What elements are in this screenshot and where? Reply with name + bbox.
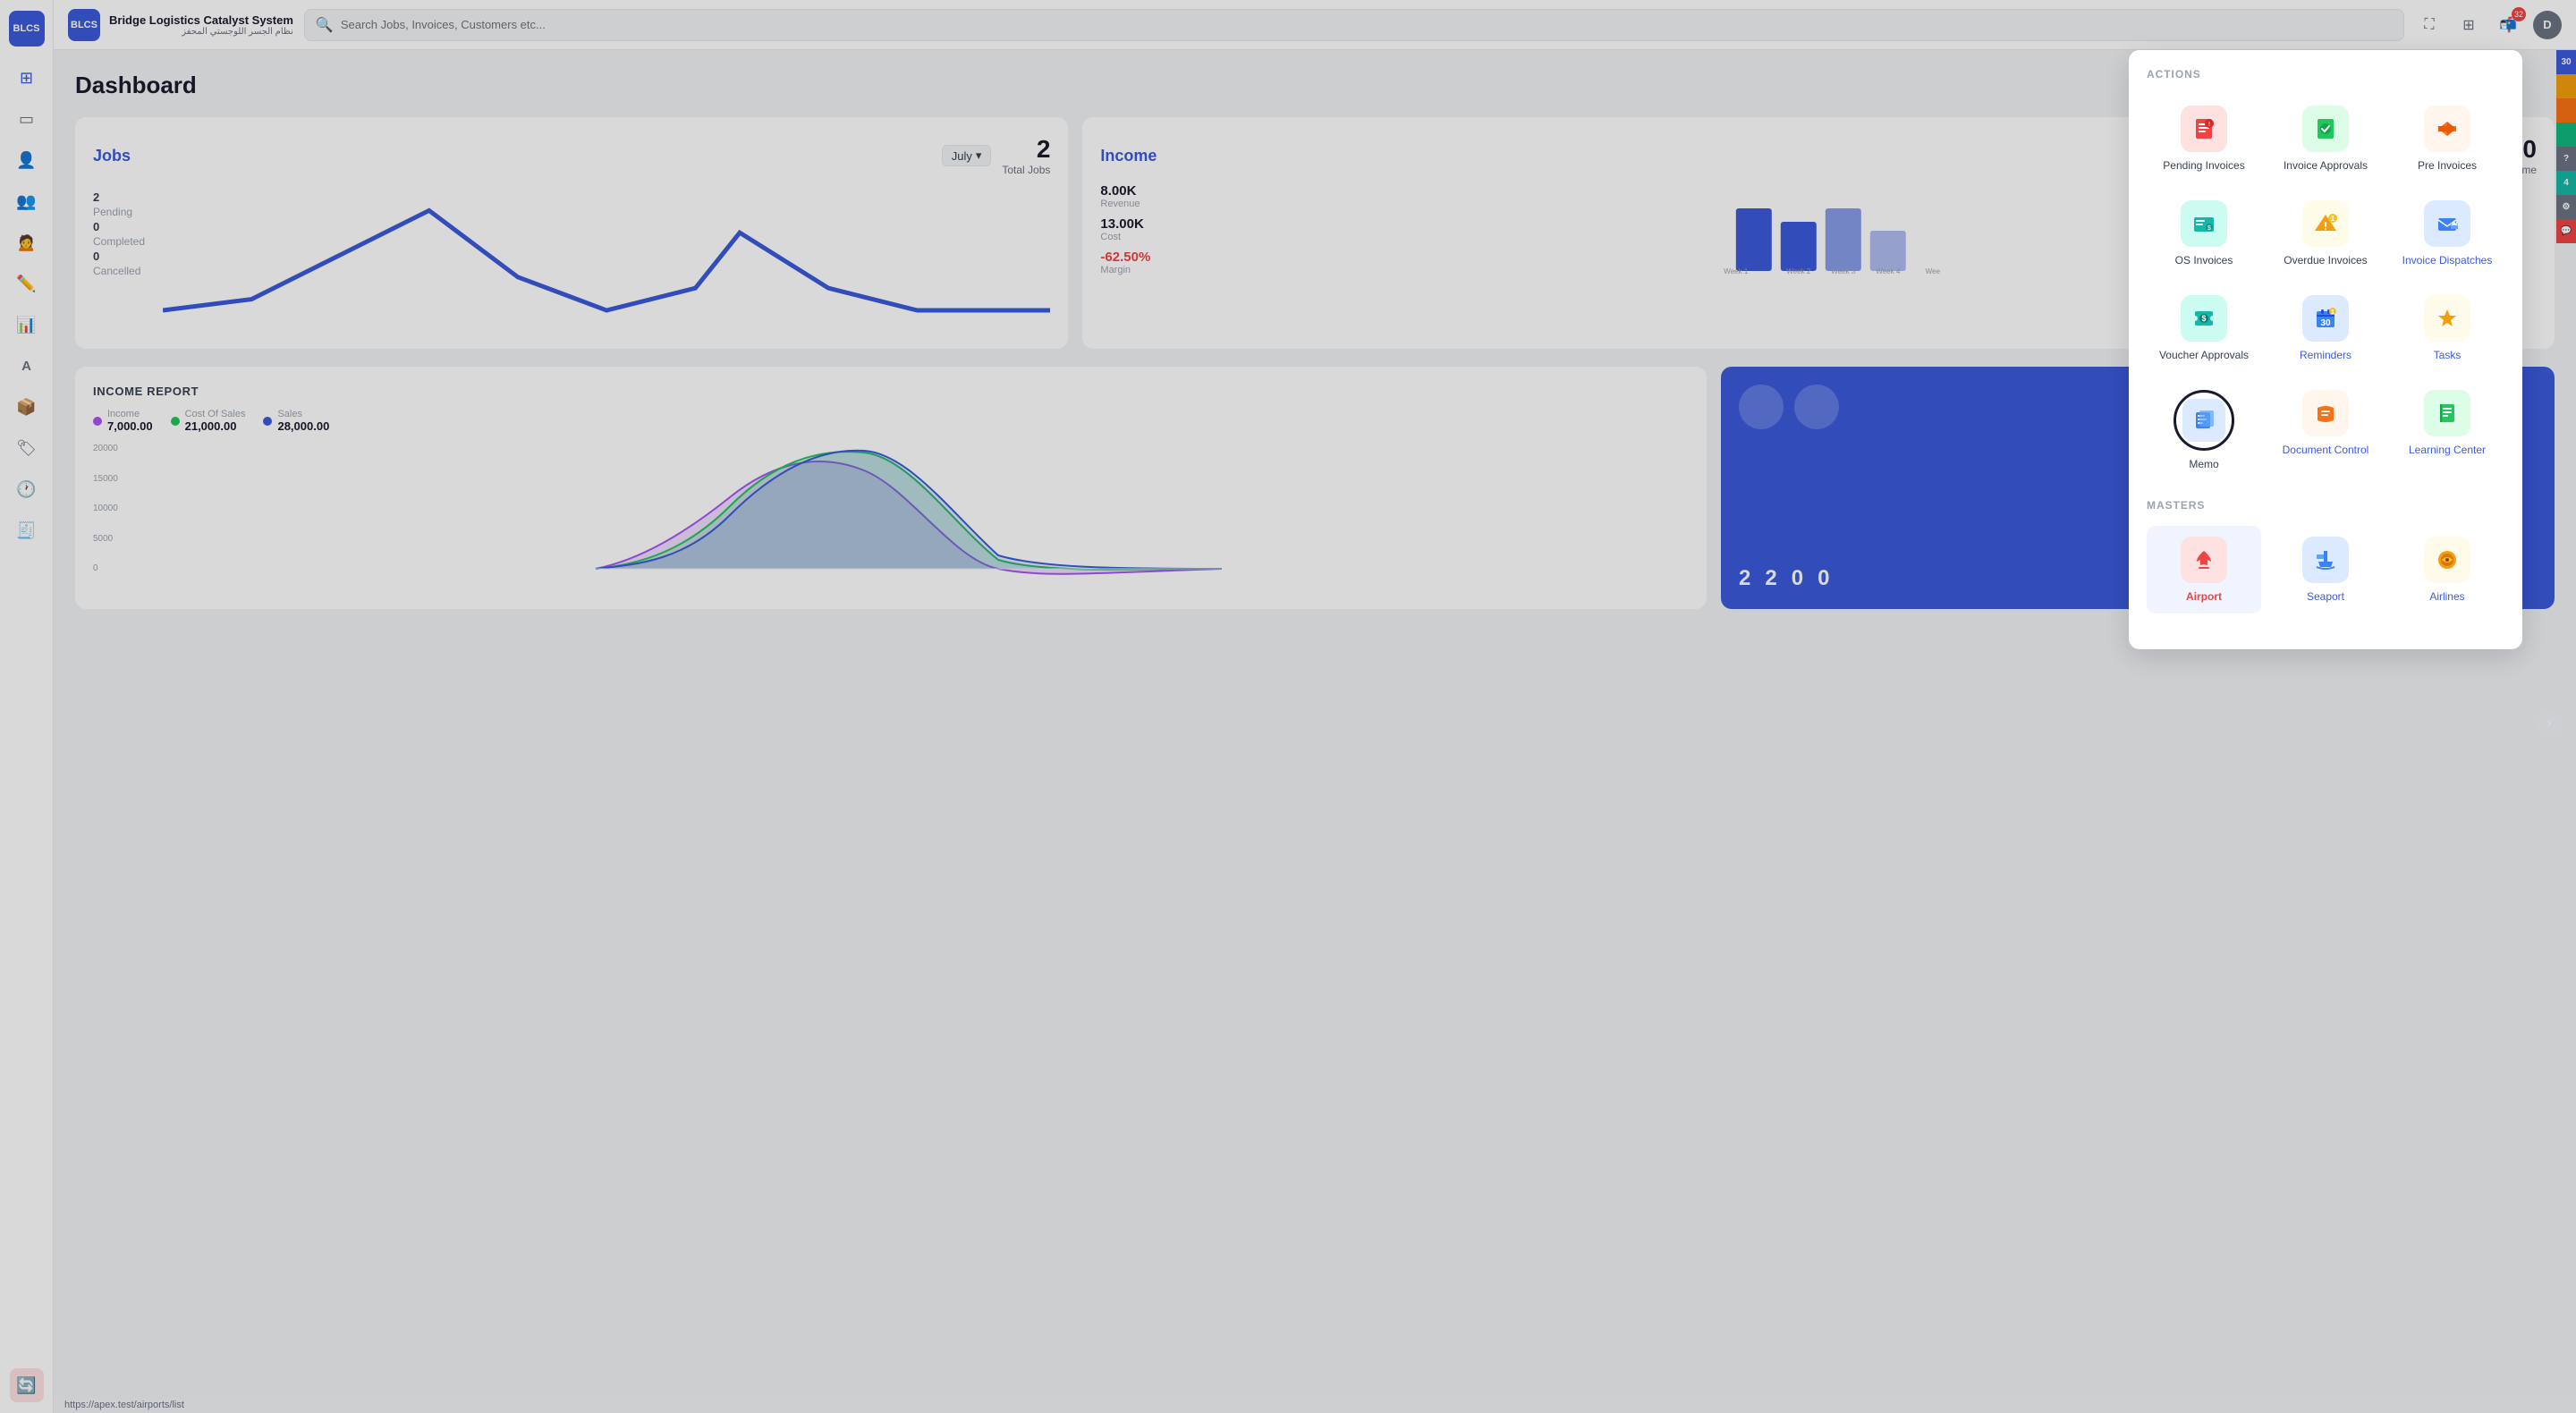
voucher-approvals-icon: $	[2181, 295, 2227, 342]
airlines-label: Airlines	[2429, 590, 2464, 603]
svg-text:1: 1	[2331, 215, 2335, 223]
reminders-label: Reminders	[2300, 349, 2351, 361]
seaport-icon	[2302, 537, 2349, 583]
masters-grid: Airport Seaport	[2147, 526, 2504, 613]
document-control-label: Document Control	[2283, 444, 2369, 456]
invoice-approvals-label: Invoice Approvals	[2284, 159, 2368, 172]
action-invoice-approvals[interactable]: Invoice Approvals	[2268, 95, 2383, 182]
pre-invoices-label: Pre Invoices	[2418, 159, 2477, 172]
os-invoices-label: OS Invoices	[2175, 254, 2233, 267]
learning-center-icon	[2424, 390, 2470, 436]
master-airlines[interactable]: Airlines	[2390, 526, 2504, 613]
airlines-icon	[2424, 537, 2470, 583]
action-reminders[interactable]: 30 1 Reminders	[2268, 284, 2383, 372]
action-voucher-approvals[interactable]: $ Voucher Approvals	[2147, 284, 2261, 372]
action-invoice-dispatches[interactable]: Invoice Dispatches	[2390, 190, 2504, 277]
action-learning-center[interactable]: Learning Center	[2390, 379, 2504, 481]
reminders-icon: 30 1	[2302, 295, 2349, 342]
document-control-icon	[2302, 390, 2349, 436]
master-seaport[interactable]: Seaport	[2268, 526, 2383, 613]
action-os-invoices[interactable]: $ OS Invoices	[2147, 190, 2261, 277]
airport-icon	[2181, 537, 2227, 583]
memo-icon	[2182, 399, 2225, 442]
learning-center-label: Learning Center	[2409, 444, 2486, 456]
masters-section-title: MASTERS	[2147, 499, 2504, 512]
action-overdue-invoices[interactable]: 1 Overdue Invoices	[2268, 190, 2383, 277]
action-memo[interactable]: Memo	[2147, 379, 2261, 481]
memo-selected-ring	[2174, 390, 2234, 451]
action-pre-invoices[interactable]: Pre Invoices	[2390, 95, 2504, 182]
tasks-label: Tasks	[2434, 349, 2462, 361]
actions-grid: ! Pending Invoices Invoice Approvals	[2147, 95, 2504, 481]
svg-text:!: !	[2208, 122, 2210, 128]
actions-popup: ACTIONS ! Pending Invoices	[2129, 50, 2522, 649]
actions-section-title: ACTIONS	[2147, 68, 2504, 80]
pre-invoices-icon	[2424, 106, 2470, 152]
action-tasks[interactable]: Tasks	[2390, 284, 2504, 372]
seaport-label: Seaport	[2307, 590, 2344, 603]
airport-label: Airport	[2186, 590, 2222, 603]
os-invoices-icon: $	[2181, 200, 2227, 247]
action-document-control[interactable]: Document Control	[2268, 379, 2383, 481]
action-pending-invoices[interactable]: ! Pending Invoices	[2147, 95, 2261, 182]
pending-invoices-label: Pending Invoices	[2163, 159, 2244, 172]
tasks-icon	[2424, 295, 2470, 342]
overdue-invoices-label: Overdue Invoices	[2284, 254, 2367, 267]
memo-label: Memo	[2189, 458, 2218, 470]
svg-text:$: $	[2207, 225, 2211, 232]
voucher-approvals-label: Voucher Approvals	[2159, 349, 2249, 361]
invoice-approvals-icon	[2302, 106, 2349, 152]
invoice-dispatches-icon	[2424, 200, 2470, 247]
svg-text:30: 30	[2320, 318, 2331, 328]
invoice-dispatches-label: Invoice Dispatches	[2402, 254, 2493, 267]
pending-invoices-icon: !	[2181, 106, 2227, 152]
svg-text:$: $	[2201, 314, 2206, 323]
overdue-invoices-icon: 1	[2302, 200, 2349, 247]
svg-text:1: 1	[2331, 309, 2334, 316]
master-airport[interactable]: Airport	[2147, 526, 2261, 613]
